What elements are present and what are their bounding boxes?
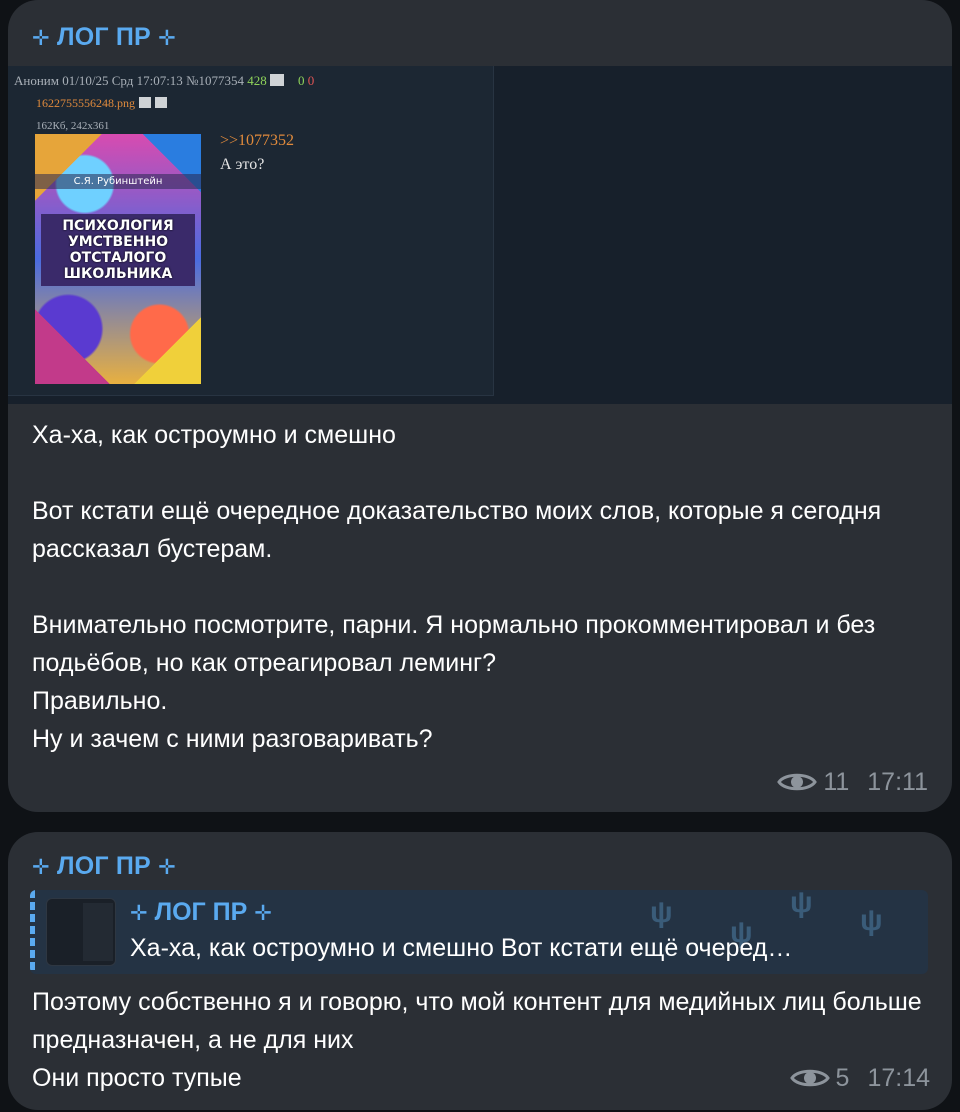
book-author: С.Я. Рубинштейн [35, 174, 201, 189]
attached-screenshot[interactable]: Аноним 01/10/25 Срд 17:07:13 №1077354 42… [8, 66, 952, 404]
reply-thumbnail [46, 898, 116, 966]
post-number: №1077354 [186, 73, 244, 88]
eye-icon [789, 1069, 830, 1087]
reply-author: ✛ ЛОГ ПР ✛ [130, 898, 272, 926]
reply-accent-bar [30, 890, 35, 974]
post-date: 01/10/25 Срд 17:07:13 [62, 73, 183, 88]
author-name: ЛОГ ПР [56, 852, 151, 880]
book-cover-image: С.Я. Рубинштейн ПСИХОЛОГИЯ УМСТВЕННО ОТС… [35, 134, 201, 384]
post-header: Аноним 01/10/25 Срд 17:07:13 №1077354 42… [14, 73, 314, 89]
views-count: 5 [835, 1064, 850, 1092]
download-icon [155, 97, 167, 108]
post-file-name: 1622755556248.png [36, 96, 167, 111]
cross-icon: ✛ [32, 856, 50, 879]
play-icon [269, 74, 284, 86]
search-icon [139, 97, 151, 108]
eye-icon [777, 773, 818, 791]
book-title: ПСИХОЛОГИЯ УМСТВЕННО ОТСТАЛОГО ШКОЛЬНИКА [41, 214, 195, 286]
post-reply-link: >>1077352 [220, 132, 295, 149]
cross-icon: ✛ [158, 856, 176, 879]
cross-icon: ✛ [130, 902, 148, 925]
post-dislikes: 0 [307, 73, 315, 88]
post-likes: 0 [297, 73, 305, 88]
message-meta: 5 17:14 [789, 1064, 930, 1093]
message-bubble[interactable]: ✛ ЛОГ ПР ✛ Аноним 01/10/25 Срд 17:07:13 … [8, 0, 952, 812]
post-replies: 428 [247, 73, 267, 88]
message-author[interactable]: ✛ ЛОГ ПР ✛ [32, 23, 176, 52]
message-text: Ха-ха, как остроумно и смешно Вот кстати… [32, 421, 882, 753]
post-author: Аноним [14, 73, 59, 88]
message-time: 17:11 [867, 768, 928, 796]
post-text: А это? [220, 156, 265, 173]
post-file-info: 162Кб, 242x361 [36, 120, 110, 132]
pattern-icon: ψ [650, 896, 673, 929]
reply-text: Ха-ха, как остроумно и смешно Вот кстати… [130, 934, 793, 962]
reply-quote[interactable]: ψ ψ ψ ψ ✛ ЛОГ ПР ✛ Ха-ха, как остроумно … [30, 890, 928, 974]
pattern-icon: ψ [860, 904, 883, 937]
cross-icon: ✛ [254, 902, 272, 925]
cross-icon: ✛ [32, 27, 50, 50]
author-name: ЛОГ ПР [56, 23, 151, 51]
message-bubble[interactable]: ✛ ЛОГ ПР ✛ ψ ψ ψ ψ ✛ ЛОГ ПР ✛ Ха-ха, как… [8, 832, 952, 1110]
message-time: 17:14 [867, 1064, 930, 1092]
cross-icon: ✛ [158, 27, 176, 50]
message-meta: 11 17:11 [777, 768, 928, 797]
views-count: 11 [823, 768, 850, 796]
message-author[interactable]: ✛ ЛОГ ПР ✛ [32, 852, 176, 881]
forum-post-screenshot: Аноним 01/10/25 Срд 17:07:13 №1077354 42… [8, 66, 494, 396]
pattern-icon: ψ [790, 890, 813, 919]
